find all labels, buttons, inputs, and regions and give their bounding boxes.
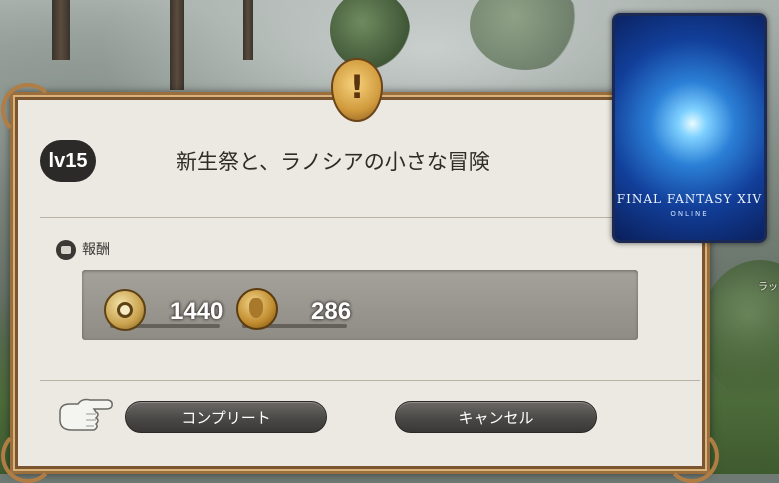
frame-ornament bbox=[665, 429, 719, 483]
reward-seal-amount: 1440 bbox=[170, 298, 224, 325]
game-logo-card: FINAL FANTASY XIV ONLINE bbox=[612, 13, 767, 243]
treasure-chest-icon bbox=[56, 240, 76, 260]
game-logo-subtext: ONLINE bbox=[670, 210, 709, 218]
tree-trunk bbox=[52, 0, 70, 60]
level-badge: lv15 bbox=[40, 140, 96, 182]
frame-ornament bbox=[1, 429, 55, 483]
game-logo-text: FINAL FANTASY XIV bbox=[616, 192, 763, 206]
offscreen-label: ラッ bbox=[758, 282, 778, 293]
complete-button[interactable]: コンプリート bbox=[125, 401, 327, 433]
tree-trunk bbox=[243, 0, 253, 60]
hand-pointer-icon bbox=[59, 398, 113, 431]
tree-foliage bbox=[470, 0, 580, 70]
seal-icon[interactable] bbox=[104, 289, 146, 331]
quest-title: 新生祭と、ラノシアの小さな冒険 bbox=[176, 150, 490, 174]
rewards-panel bbox=[82, 270, 638, 340]
tree-foliage bbox=[330, 0, 410, 70]
gil-coin-icon[interactable] bbox=[236, 288, 278, 330]
tree-trunk bbox=[170, 0, 184, 90]
frame-ornament bbox=[1, 83, 55, 137]
cancel-button[interactable]: キャンセル bbox=[395, 401, 597, 433]
divider bbox=[40, 217, 700, 218]
reward-gil-amount: 286 bbox=[311, 298, 352, 325]
divider bbox=[40, 380, 700, 381]
rewards-label: 報酬 bbox=[82, 242, 110, 258]
